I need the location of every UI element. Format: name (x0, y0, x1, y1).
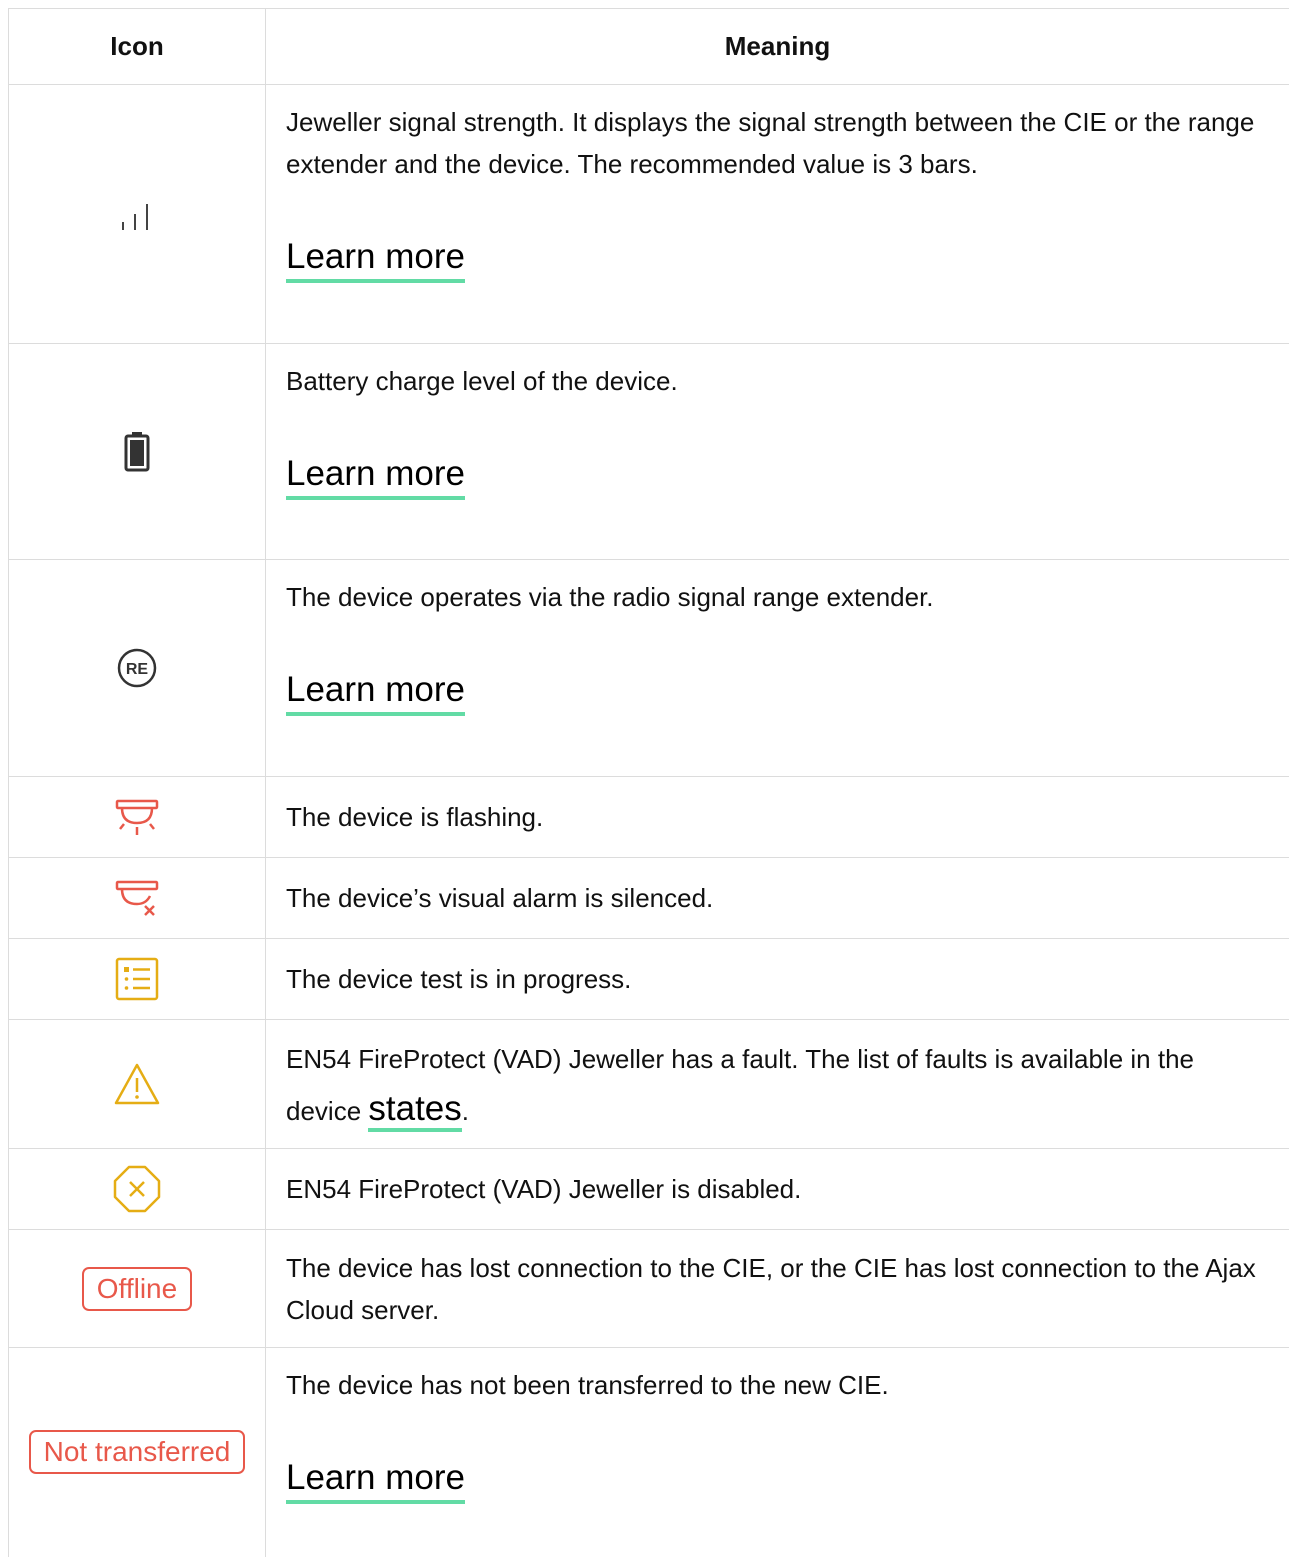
row-description: Battery charge level of the device. (286, 366, 678, 396)
meaning-cell: The device has lost connection to the CI… (265, 1229, 1289, 1348)
icon-cell: Not transferred (8, 1347, 266, 1557)
table-row: Offline The device has lost connection t… (8, 1229, 1289, 1348)
header-meaning: Meaning (265, 8, 1289, 85)
icon-cell (8, 1148, 266, 1230)
learn-more-link[interactable]: Learn more (286, 670, 465, 716)
meaning-cell: The device operates via the radio signal… (265, 559, 1289, 777)
meaning-cell: Battery charge level of the device. Lear… (265, 343, 1289, 560)
beacon-silenced-icon (112, 880, 162, 916)
table-header-row: Icon Meaning (8, 8, 1289, 85)
range-extender-icon: RE (115, 648, 159, 688)
battery-icon (122, 431, 152, 471)
meaning-cell: Jeweller signal strength. It displays th… (265, 84, 1289, 344)
not-transferred-badge: Not transferred (28, 1430, 246, 1475)
row-description-end: . (461, 1096, 470, 1126)
meaning-cell: The device test is in progress. (265, 938, 1289, 1020)
table-row: The device’s visual alarm is silenced. (8, 857, 1289, 939)
flashing-beacon-icon (112, 799, 162, 835)
states-link[interactable]: states (368, 1089, 462, 1132)
icon-cell (8, 343, 266, 560)
test-in-progress-icon (113, 957, 161, 1001)
icon-cell: Offline (8, 1229, 266, 1348)
signal-strength-icon (117, 204, 157, 230)
table-row: Not transferred The device has not been … (8, 1347, 1289, 1557)
table-row: EN54 FireProtect (VAD) Jeweller has a fa… (8, 1019, 1289, 1149)
meaning-cell: The device has not been transferred to t… (265, 1347, 1289, 1557)
table-row: Jeweller signal strength. It displays th… (8, 84, 1289, 344)
table-row: The device test is in progress. (8, 938, 1289, 1020)
icon-cell (8, 1019, 266, 1149)
row-description: The device operates via the radio signal… (286, 582, 934, 612)
icon-cell (8, 857, 266, 939)
learn-more-link[interactable]: Learn more (286, 1458, 465, 1504)
meaning-cell: EN54 FireProtect (VAD) Jeweller is disab… (265, 1148, 1289, 1230)
icon-cell (8, 776, 266, 858)
meaning-cell: The device’s visual alarm is silenced. (265, 857, 1289, 939)
learn-more-link[interactable]: Learn more (286, 237, 465, 283)
header-icon: Icon (8, 8, 266, 85)
offline-badge: Offline (81, 1266, 193, 1311)
meaning-cell: EN54 FireProtect (VAD) Jeweller has a fa… (265, 1019, 1289, 1149)
row-description: The device has not been transferred to t… (286, 1370, 889, 1400)
icon-meaning-table: Icon Meaning Jeweller signal strength. I… (8, 8, 1289, 1557)
icon-cell: RE (8, 559, 266, 777)
row-description: The device test is in progress. (286, 964, 632, 994)
row-description: The device’s visual alarm is silenced. (286, 883, 714, 913)
range-extender-label: RE (126, 661, 149, 678)
icon-cell (8, 84, 266, 344)
table-row: Battery charge level of the device. Lear… (8, 343, 1289, 560)
disabled-octagon-icon (112, 1165, 162, 1213)
warning-triangle-icon (112, 1063, 162, 1105)
row-description: The device is flashing. (286, 802, 544, 832)
table-row: RE The device operates via the radio sig… (8, 559, 1289, 777)
table-row: The device is flashing. (8, 776, 1289, 858)
row-description: EN54 FireProtect (VAD) Jeweller is disab… (286, 1174, 802, 1204)
table-row: EN54 FireProtect (VAD) Jeweller is disab… (8, 1148, 1289, 1230)
icon-cell (8, 938, 266, 1020)
learn-more-link[interactable]: Learn more (286, 454, 465, 500)
row-description: Jeweller signal strength. It displays th… (286, 107, 1255, 179)
row-description: The device has lost connection to the CI… (286, 1252, 1256, 1325)
meaning-cell: The device is flashing. (265, 776, 1289, 858)
